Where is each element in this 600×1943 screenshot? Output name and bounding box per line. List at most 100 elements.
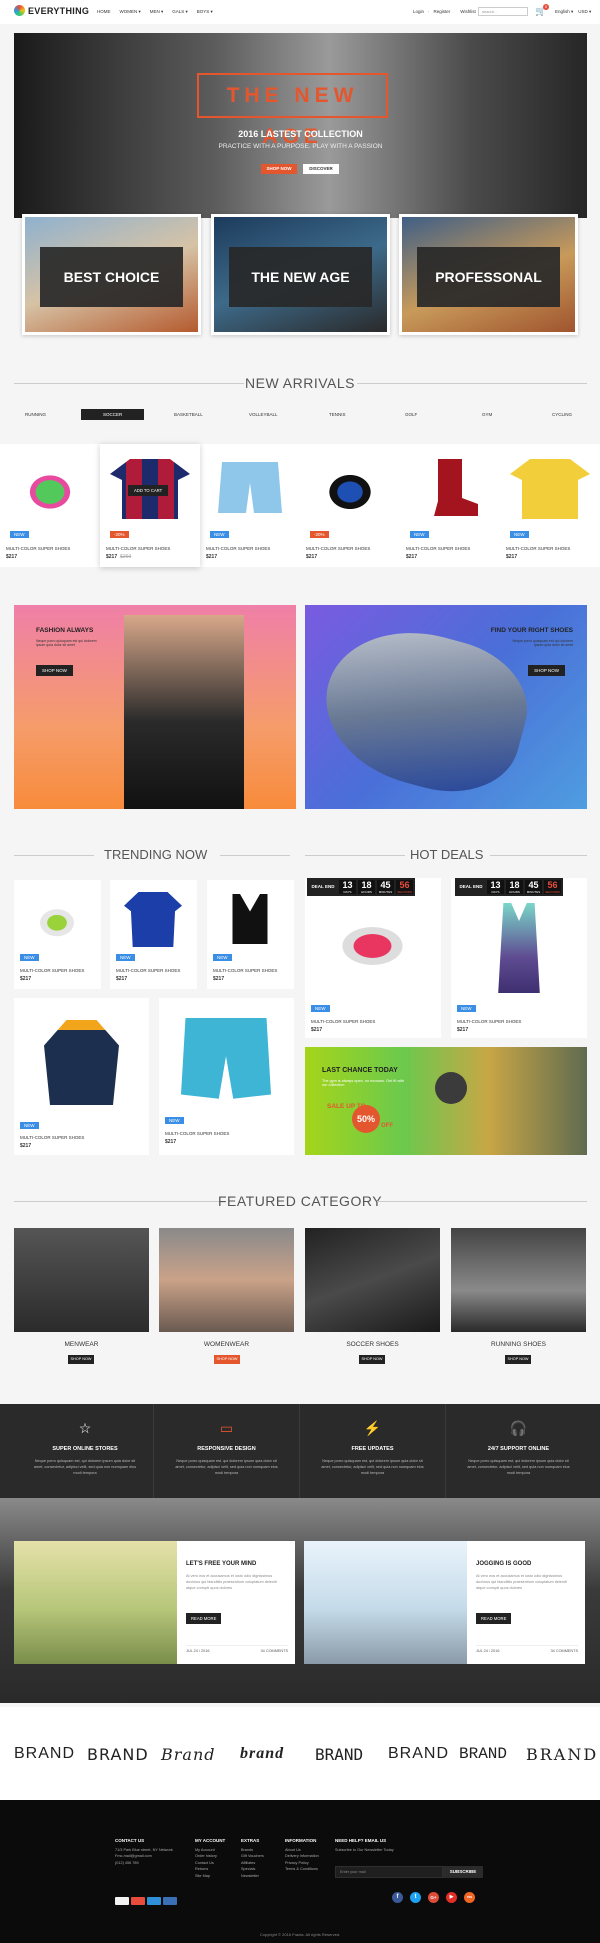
login-link[interactable]: Login [413, 9, 424, 14]
product-card[interactable]: NEW MULTI-COLOR SUPER SHOES $217 [500, 444, 600, 567]
blog-post-card[interactable]: LET'S FREE YOUR MIND At vero eos et accu… [14, 1541, 295, 1664]
read-more-button[interactable]: READ MORE [476, 1613, 512, 1624]
product-name[interactable]: MULTI-COLOR SUPER SHOES [213, 968, 277, 973]
featured-shop-now-button[interactable]: SHOP NOW [214, 1355, 240, 1364]
hero-card-best-choice[interactable]: BEST CHOICE [22, 214, 201, 335]
wishlist-link[interactable]: Wishlist [460, 9, 476, 14]
trending-product-card[interactable]: NEW MULTI-COLOR SUPER SHOES $217 [159, 998, 294, 1155]
product-name[interactable]: MULTI-COLOR SUPER SHOES [311, 1019, 375, 1024]
featured-shop-now-button[interactable]: SHOP NOW [505, 1355, 531, 1364]
read-more-button[interactable]: READ MORE [186, 1613, 222, 1624]
featured-image-running-shoes[interactable] [451, 1228, 586, 1332]
nav-boys[interactable]: BOYS ▾ [197, 9, 213, 15]
badge-new: NEW [20, 954, 39, 961]
brand-logo[interactable]: Brand [161, 1745, 216, 1764]
hot-deal-card[interactable]: DEAL END 13 DAYS 18 HOURS 45 MINUTES 56 SECO… [305, 878, 441, 1038]
featured-image-menwear[interactable] [14, 1228, 149, 1332]
blog-title[interactable]: LET'S FREE YOUR MIND [186, 1561, 256, 1567]
tab-cycling[interactable]: CYCLING [552, 412, 572, 417]
product-name[interactable]: MULTI-COLOR SUPER SHOES [406, 546, 470, 551]
trending-product-card[interactable]: NEW MULTI-COLOR SUPER SHOES $217 [207, 880, 294, 989]
banner-shop-now-button[interactable]: SHOP NOW [528, 665, 565, 676]
product-name[interactable]: MULTI-COLOR SUPER SHOES [165, 1131, 229, 1136]
tab-gym[interactable]: GYM [482, 412, 492, 417]
brand-logo[interactable]: BRAND [87, 1745, 149, 1764]
category-tabs: RUNNING SOCCER BASKETBALL VOLLEYBALL TEN… [0, 409, 600, 423]
blog-comments[interactable]: 34 COMMENTS [551, 1649, 578, 1653]
badge-new: NEW [210, 531, 229, 538]
search-input[interactable]: search... [478, 7, 528, 16]
newsletter-email-input[interactable]: Enter your mail [335, 1866, 443, 1878]
nav-women[interactable]: WOMEN ▾ [120, 9, 141, 15]
hero-card-new-age[interactable]: THE NEW AGE [211, 214, 390, 335]
rss-icon[interactable]: rss [464, 1892, 475, 1903]
blog-title[interactable]: JOGGING IS GOOD [476, 1561, 531, 1567]
hero-headline: THE NEW AGE [197, 73, 388, 148]
hero-shop-now-button[interactable]: SHOP NOW [261, 164, 297, 174]
trending-product-card[interactable]: NEW MULTI-COLOR SUPER SHOES $217 [14, 880, 101, 989]
product-name[interactable]: MULTI-COLOR SUPER SHOES [106, 546, 170, 551]
product-name[interactable]: MULTI-COLOR SUPER SHOES [20, 1135, 84, 1140]
banner-shop-now-button[interactable]: SHOP NOW [36, 665, 73, 676]
brand-logo[interactable]: BRAND [14, 1745, 75, 1763]
featured-shop-now-button[interactable]: SHOP NOW [68, 1355, 94, 1364]
badge-new: NEW [410, 531, 429, 538]
product-card[interactable]: NEW MULTI-COLOR SUPER SHOES $217 [200, 444, 300, 567]
featured-shop-now-button[interactable]: SHOP NOW [359, 1355, 385, 1364]
badge-new: NEW [311, 1005, 330, 1012]
twitter-icon[interactable]: t [410, 1892, 421, 1903]
nav-home[interactable]: HOME [97, 9, 111, 15]
hot-deal-card[interactable]: DEAL END 13 DAYS 18 HOURS 45 MINUTES 56 SECO… [451, 878, 587, 1038]
countdown-minutes: 45 MINUTES [377, 880, 394, 894]
trending-product-card[interactable]: NEW MULTI-COLOR SUPER SHOES $217 [14, 998, 149, 1155]
brand-logo[interactable]: BRAND [459, 1745, 507, 1763]
product-name[interactable]: MULTI-COLOR SUPER SHOES [206, 546, 270, 551]
brand-logo[interactable]: brand [240, 1745, 284, 1763]
product-card[interactable]: NEW MULTI-COLOR SUPER SHOES $217 [0, 444, 100, 567]
banner-find-your-shoes[interactable]: FIND YOUR RIGHT SHOES Neque porro quisqu… [305, 605, 587, 809]
product-name[interactable]: MULTI-COLOR SUPER SHOES [6, 546, 70, 551]
badge-new: NEW [20, 1122, 39, 1129]
product-name[interactable]: MULTI-COLOR SUPER SHOES [457, 1019, 521, 1024]
add-to-cart-button[interactable]: ADD TO CART [128, 485, 169, 496]
logo-icon [14, 5, 25, 16]
logo[interactable]: EVERYTHING [14, 5, 89, 16]
product-card[interactable]: NEW MULTI-COLOR SUPER SHOES $217 [400, 444, 500, 567]
youtube-icon[interactable]: ▶ [446, 1892, 457, 1903]
facebook-icon[interactable]: f [392, 1892, 403, 1903]
brand-logo[interactable]: BRAND [388, 1745, 449, 1763]
product-name[interactable]: MULTI-COLOR SUPER SHOES [306, 546, 370, 551]
tab-running[interactable]: RUNNING [25, 412, 46, 417]
promo-last-chance[interactable]: LAST CHANCE TODAY The gym is always open… [305, 1047, 587, 1155]
product-card[interactable]: -20% MULTI-COLOR SUPER SHOES $217 [300, 444, 400, 567]
tab-basketball[interactable]: BASKETBALL [174, 412, 203, 417]
product-name[interactable]: MULTI-COLOR SUPER SHOES [506, 546, 570, 551]
tab-tennis[interactable]: TENNIS [329, 412, 346, 417]
nav-men[interactable]: MEN ▾ [150, 9, 164, 15]
tab-volleyball[interactable]: VOLLEYBALL [249, 412, 278, 417]
hero-discover-button[interactable]: DISCOVER [303, 164, 339, 174]
subscribe-button[interactable]: SUBSCRIBE [443, 1866, 483, 1878]
product-card[interactable]: ADD TO CART -20% MULTI-COLOR SUPER SHOES… [100, 444, 200, 567]
hero-card-professonal[interactable]: PROFESSONAL [399, 214, 578, 335]
language-select[interactable]: English ▾ [555, 9, 573, 15]
register-link[interactable]: Register [434, 9, 451, 14]
trending-product-card[interactable]: NEW MULTI-COLOR SUPER SHOES $217 [110, 880, 197, 989]
blog-post-card[interactable]: JOGGING IS GOOD At vero eos et accusamus… [304, 1541, 585, 1664]
featured-image-soccer-shoes[interactable] [305, 1228, 440, 1332]
badge-sale: -20% [310, 531, 329, 538]
product-name[interactable]: MULTI-COLOR SUPER SHOES [116, 968, 180, 973]
nav-gals[interactable]: GALS ▾ [172, 9, 188, 15]
banner-fashion-always[interactable]: FASHION ALWAYS Neque porro quisquam est … [14, 605, 296, 809]
blog-comments[interactable]: 34 COMMENTS [261, 1649, 288, 1653]
product-name[interactable]: MULTI-COLOR SUPER SHOES [20, 968, 84, 973]
brand-logo[interactable]: BRAND [315, 1745, 363, 1764]
tab-soccer[interactable]: SOCCER [81, 409, 145, 420]
currency-select[interactable]: USD ▾ [578, 9, 591, 15]
tab-golf[interactable]: GOLF [405, 412, 417, 417]
brand-logo[interactable]: BRAND [526, 1745, 598, 1764]
google-plus-icon[interactable]: G+ [428, 1892, 439, 1903]
blog-image [304, 1541, 467, 1664]
footer-extras: EXTRAS Brands Gift Vouchers Affiliates S… [241, 1838, 264, 1878]
featured-image-womenwear[interactable] [159, 1228, 294, 1332]
